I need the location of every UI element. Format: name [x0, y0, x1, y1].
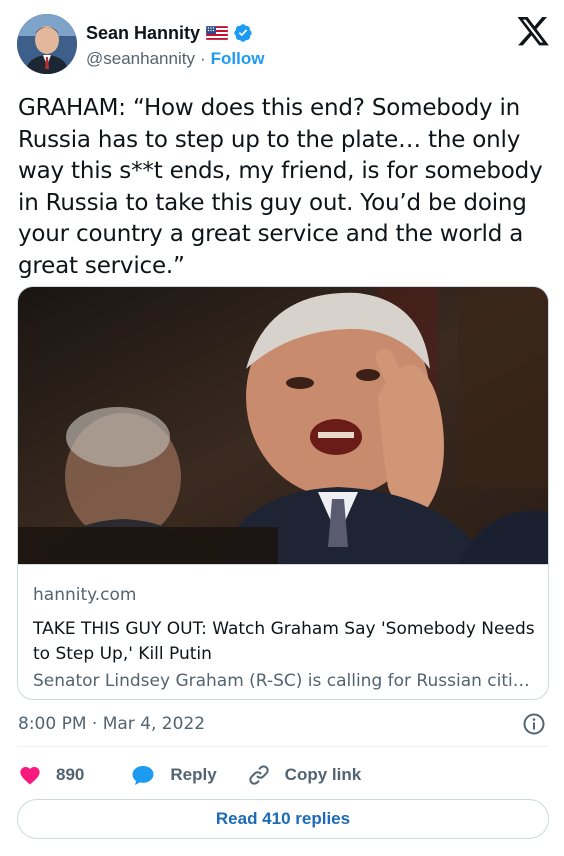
author-name[interactable]: Sean Hannity: [86, 23, 200, 44]
x-logo-icon[interactable]: [517, 16, 549, 46]
like-count: 890: [56, 765, 85, 784]
reply-button[interactable]: Reply: [130, 763, 217, 787]
author-name-row: Sean Hannity: [86, 20, 253, 46]
copy-link-label: Copy link: [284, 765, 362, 784]
author-handle[interactable]: @seanhannity: [86, 49, 195, 69]
reply-label: Reply: [170, 765, 217, 784]
tweet-embed: Sean Hannity @seanhannity · Follow GRAHA…: [0, 0, 564, 856]
reply-icon: [130, 763, 156, 787]
like-button[interactable]: 890: [18, 763, 84, 787]
author-handle-row: @seanhannity · Follow: [86, 48, 264, 70]
read-replies-button[interactable]: Read 410 replies: [17, 799, 549, 839]
tweet-text: GRAHAM: “How does this end? Somebody in …: [18, 95, 543, 279]
card-domain: hannity.com: [33, 585, 137, 605]
info-icon[interactable]: [522, 712, 546, 736]
copy-link-button[interactable]: Copy link: [247, 763, 362, 787]
avatar[interactable]: [17, 14, 77, 74]
card-description: Senator Lindsey Graham (R-SC) is calling…: [33, 671, 535, 691]
verified-badge-icon: [233, 23, 253, 43]
card-image[interactable]: [18, 287, 548, 564]
timestamp[interactable]: 8:00 PM · Mar 4, 2022: [18, 714, 205, 734]
avatar-image: [17, 14, 77, 74]
separator-dot: ·: [199, 49, 206, 68]
card-meta: hannity.com TAKE THIS GUY OUT: Watch Gra…: [18, 564, 548, 699]
heart-icon: [18, 763, 42, 787]
link-card[interactable]: hannity.com TAKE THIS GUY OUT: Watch Gra…: [17, 286, 549, 700]
divider: [17, 746, 549, 747]
timestamp-row: 8:00 PM · Mar 4, 2022: [18, 711, 548, 737]
follow-button[interactable]: Follow: [211, 49, 265, 69]
us-flag-icon: [205, 25, 229, 41]
card-title[interactable]: TAKE THIS GUY OUT: Watch Graham Say 'Som…: [33, 617, 535, 667]
action-bar: 890 Reply Copy link: [18, 760, 361, 790]
link-icon: [247, 763, 271, 787]
